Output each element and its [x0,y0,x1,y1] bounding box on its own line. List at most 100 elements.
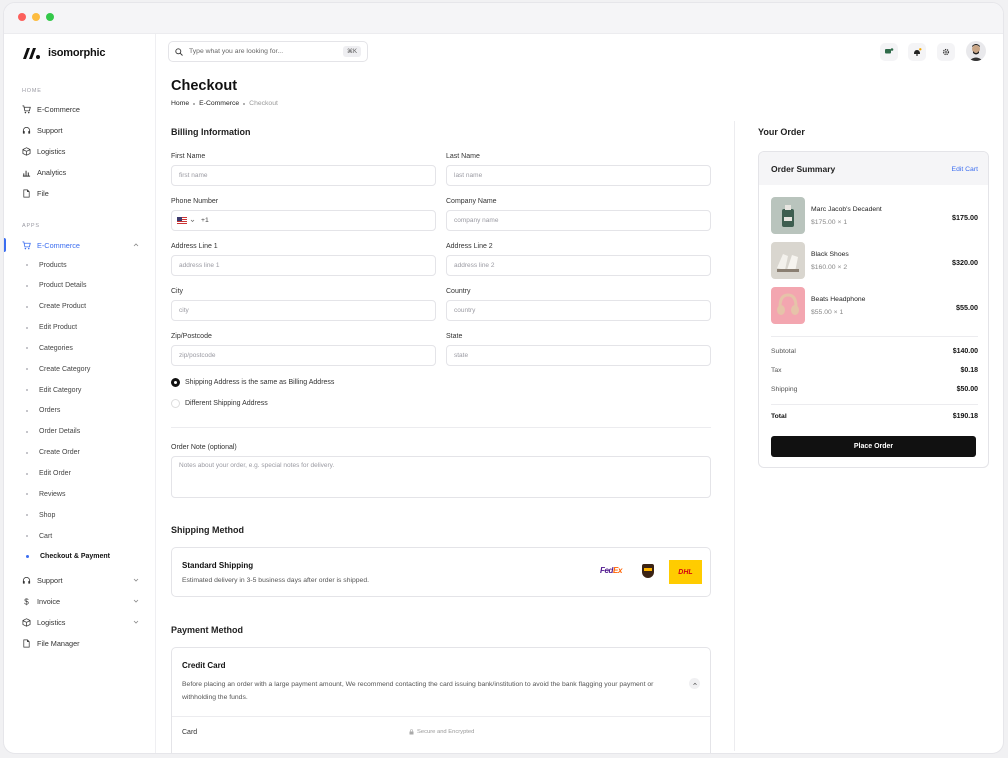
sidebar-subitem-label: Edit Product [39,324,78,332]
sidebar-item-file-manager[interactable]: File Manager [22,636,140,650]
sidebar-subitem[interactable]: Cart [26,530,52,542]
product-qty: $160.00 × 2 [811,264,848,271]
city-field[interactable] [171,300,436,321]
same-address-option[interactable]: Shipping Address is the same as Billing … [171,378,334,387]
address1-field[interactable] [171,255,436,276]
radio-unselected[interactable] [171,399,180,408]
breadcrumb-ecommerce[interactable]: E-Commerce [199,100,239,107]
phone-country-code: +1 [201,217,209,224]
sidebar-subitem-label: Create Order [39,449,80,457]
order-summary-card: Order Summary Edit Cart Marc Jacob's Dec… [758,151,989,468]
sidebar-subitem[interactable]: Edit Product [26,322,77,334]
shipping-option-card[interactable]: Standard Shipping Estimated delivery in … [171,547,711,597]
order-note-field[interactable] [171,456,711,498]
product-qty: $55.00 × 1 [811,309,844,316]
sidebar-item-analytics[interactable]: Analytics [22,165,140,179]
chevron-down-icon [133,620,139,624]
gear-icon [942,48,950,56]
secure-text: Secure and Encrypted [417,729,475,735]
sidebar-item-support-apps[interactable]: Support [22,573,140,587]
phone-field[interactable]: +1 [171,210,436,231]
sidebar-subitem[interactable]: Checkout & Payment [26,551,110,563]
sidebar-item-support[interactable]: Support [22,123,140,137]
sidebar-item-label: E-Commerce [37,104,80,114]
first-name-label: First Name [171,153,206,160]
collapse-button[interactable] [689,678,700,689]
file-icon [23,639,30,647]
payment-title: Payment Method [171,625,244,635]
sidebar-item-label: Invoice [37,596,61,606]
brand-logo[interactable]: isomorphic [22,46,105,60]
file-icon [23,189,30,197]
shipping-cost-value: $50.00 [956,386,978,393]
last-name-field[interactable] [446,165,711,186]
lock-icon [409,729,414,735]
breadcrumb-separator [243,102,246,105]
place-order-button[interactable]: Place Order [771,436,976,457]
sidebar-subitem-label: Checkout & Payment [40,553,111,561]
zip-label: Zip/Postcode [171,333,212,340]
sidebar-item-ecommerce-apps[interactable]: E-Commerce [22,238,140,252]
sidebar-subitem[interactable]: Products [26,259,67,271]
company-field[interactable] [446,210,711,231]
state-field[interactable] [446,345,711,366]
product-thumbnail[interactable] [771,287,805,324]
box-icon [22,617,31,627]
address1-label: Address Line 1 [171,243,218,250]
page-title: Checkout [171,78,238,94]
sidebar-subitem-label: Create Category [39,365,91,373]
sidebar-subitem[interactable]: Orders [26,405,60,417]
product-name: Black Shoes [811,251,849,258]
messages-button[interactable] [880,43,898,61]
fedex-logo: FedEx [600,566,622,575]
breadcrumb: Home E-Commerce Checkout [171,100,278,107]
sidebar-subitem[interactable]: Edit Order [26,468,71,480]
close-window-button[interactable] [18,13,26,21]
total-value: $190.18 [952,413,978,420]
zip-field[interactable] [171,345,436,366]
sidebar-item-logistics-apps[interactable]: Logistics [22,615,140,629]
maximize-window-button[interactable] [46,13,54,21]
country-field[interactable] [446,300,711,321]
chevron-down-icon [190,219,195,222]
dhl-logo: DHL [669,560,702,584]
sidebar-subitem[interactable]: Create Order [26,447,80,459]
payment-method-card[interactable]: Credit Card Before placing an order with… [171,647,711,753]
search-input[interactable] [189,48,337,55]
avatar[interactable] [966,41,986,61]
settings-button[interactable] [937,43,955,61]
sidebar-subitem[interactable]: Product Details [26,280,86,292]
breadcrumb-home[interactable]: Home [171,100,189,107]
sidebar-subitem-label: Edit Order [39,470,71,477]
product-thumbnail[interactable] [771,242,805,279]
sidebar-subitem[interactable]: Reviews [26,488,65,500]
sidebar-subitem[interactable]: Order Details [26,426,80,438]
search-bar[interactable]: ⌘K [168,41,368,62]
bullet-icon [26,326,28,329]
first-name-field[interactable] [171,165,436,186]
bullet-icon [26,409,28,412]
sidebar-subitem[interactable]: Shop [26,509,55,521]
minimize-window-button[interactable] [32,13,40,21]
different-address-option[interactable]: Different Shipping Address [171,399,268,408]
sidebar-subitem[interactable]: Categories [26,342,73,354]
address2-field[interactable] [446,255,711,276]
headphones-image [777,293,799,315]
radio-selected[interactable] [171,378,180,387]
shipping-option-name: Standard Shipping [182,561,254,570]
sidebar-subitem[interactable]: Create Category [26,363,90,375]
sidebar-subitem-label: Reviews [39,490,66,498]
product-thumbnail[interactable] [771,197,805,234]
sidebar-item-ecommerce[interactable]: E-Commerce [22,102,140,116]
sidebar-item-label: Logistics [37,617,66,627]
city-label: City [171,288,184,295]
sidebar-subitem[interactable]: Create Product [26,301,86,313]
sidebar-subitem-label: Product Details [39,282,87,290]
edit-cart-link[interactable]: Edit Cart [952,166,978,173]
sidebar-item-file[interactable]: File [22,186,140,200]
sidebar-item-invoice[interactable]: $ Invoice [22,594,140,608]
bullet-icon [26,347,28,350]
sidebar-item-logistics[interactable]: Logistics [22,144,140,158]
sidebar-subitem[interactable]: Edit Category [26,384,81,396]
notifications-button[interactable] [908,43,926,61]
